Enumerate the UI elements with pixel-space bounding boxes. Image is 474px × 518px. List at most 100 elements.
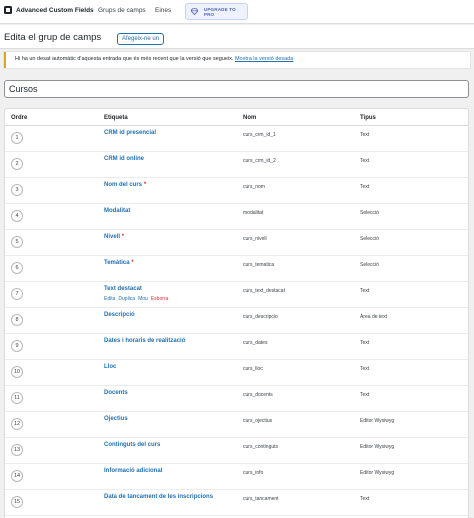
field-name: curs_continguts: [243, 444, 279, 450]
top-bar: Advanced Custom Fields Grups de camps Ei…: [0, 0, 474, 24]
field-label-link[interactable]: Temàtica *: [104, 260, 134, 266]
field-label-text: Lloc: [104, 364, 117, 370]
field-order-handle[interactable]: 5: [11, 236, 23, 248]
table-row[interactable]: 9 Dates i horaris de realització curs_date…: [5, 334, 468, 360]
field-label-link[interactable]: Dates i horaris de realització: [104, 338, 185, 344]
move-field-link[interactable]: Mou: [138, 296, 148, 302]
header-name: Nom: [243, 115, 257, 121]
field-label-link[interactable]: Descripció: [104, 312, 135, 318]
field-order-handle[interactable]: 11: [11, 392, 23, 404]
nav-field-groups[interactable]: Grups de camps: [98, 7, 146, 14]
field-name: curs_lloc: [243, 366, 263, 372]
field-label-text: Data de tancament de les inscripcions: [104, 494, 214, 500]
field-label-text: Ojectius: [104, 416, 128, 422]
field-group-title-input[interactable]: [4, 80, 469, 98]
field-label-text: CRM id online: [104, 156, 144, 162]
table-row[interactable]: 8 Descripció curs_descripcio Àrea de text: [5, 308, 468, 334]
field-label-link[interactable]: Modalitat: [104, 208, 130, 214]
table-row[interactable]: 13 Continguts del curs curs_continguts Edit…: [5, 438, 468, 464]
field-name: curs_crm_id_1: [243, 132, 276, 138]
field-name: curs_docents: [243, 392, 273, 398]
table-row[interactable]: 10 Lloc curs_lloc Text: [5, 360, 468, 386]
field-order-handle[interactable]: 13: [11, 444, 23, 456]
notice-content: Hi ha un desat automàtic d'aquesta entra…: [15, 56, 293, 62]
field-label-text: Dates i horaris de realització: [104, 338, 186, 344]
table-row[interactable]: 15 Data de tancament de les inscripcions c…: [5, 490, 468, 516]
nav-tools[interactable]: Eines: [155, 7, 171, 14]
brand[interactable]: Advanced Custom Fields: [4, 6, 94, 14]
field-order-handle[interactable]: 6: [11, 262, 23, 274]
field-label-link[interactable]: Lloc: [104, 364, 116, 370]
field-type: Àrea de text: [360, 314, 387, 320]
field-order-handle[interactable]: 15: [11, 496, 23, 508]
notice-text: Hi ha un desat automàtic d'aquesta entra…: [15, 56, 234, 62]
edit-field-link[interactable]: Edita: [104, 296, 115, 302]
autosave-notice: Hi ha un desat automàtic d'aquesta entra…: [4, 52, 470, 68]
table-row[interactable]: 11 Docents curs_docents Text: [5, 386, 468, 412]
field-order-handle[interactable]: 4: [11, 210, 23, 222]
field-type: Text: [360, 392, 370, 398]
field-label-text: Nom del curs: [104, 182, 143, 188]
table-row[interactable]: 7 Text destacat Edita Duplica Mou Esborra curs…: [5, 282, 468, 308]
field-order-handle[interactable]: 14: [11, 470, 23, 482]
page-header: Edita el grup de camps Afegeix-ne un: [0, 25, 474, 49]
field-order-handle[interactable]: 7: [11, 288, 23, 300]
field-label-text: Text destacat: [104, 286, 142, 292]
table-row[interactable]: 5 Nivell * curs_nivell Selecció: [5, 230, 468, 256]
required-marker: *: [131, 260, 134, 266]
page-title: Edita el grup de camps: [4, 32, 102, 43]
table-row[interactable]: 4 Modalitat modalitat Selecció: [5, 204, 468, 230]
field-label-text: Docents: [104, 390, 128, 396]
delete-field-link[interactable]: Esborra: [151, 296, 169, 302]
field-label-link[interactable]: Text destacat: [104, 286, 142, 292]
field-order-handle[interactable]: 1: [11, 132, 23, 144]
field-order-handle[interactable]: 3: [11, 184, 23, 196]
table-row[interactable]: 3 Nom del curs * curs_nom Text: [5, 178, 468, 204]
field-label-link[interactable]: Data de tancament de les inscripcions: [104, 494, 213, 500]
field-order-handle[interactable]: 9: [11, 340, 23, 352]
table-row[interactable]: 1 CRM id presencial curs_crm_id_1 Text: [5, 126, 468, 152]
field-type: Text: [360, 366, 370, 372]
field-order-handle[interactable]: 12: [11, 418, 23, 430]
field-name: curs_tematica: [243, 262, 275, 268]
table-header: Ordre Etiqueta Nom Tipus: [5, 109, 468, 126]
field-label-link[interactable]: Docents: [104, 390, 128, 396]
field-type: Text: [360, 288, 370, 294]
duplicate-field-link[interactable]: Duplica: [118, 296, 135, 302]
field-type: Selecció: [360, 262, 379, 268]
field-name: curs_ojectius: [243, 418, 273, 424]
field-label-link[interactable]: Ojectius: [104, 416, 128, 422]
upgrade-button[interactable]: UPGRADE TO PRO: [185, 3, 248, 20]
row-actions: Edita Duplica Mou Esborra: [104, 296, 168, 302]
field-label-text: Nivell: [104, 234, 121, 240]
field-name: curs_nom: [243, 184, 265, 190]
field-label-text: Informació adicional: [104, 468, 163, 474]
field-name: curs_crm_id_2: [243, 158, 276, 164]
field-name: curs_tancament: [243, 496, 279, 502]
table-row[interactable]: 14 Informació adicional curs_info Editor Wy…: [5, 464, 468, 490]
field-name: curs_info: [243, 470, 264, 476]
required-marker: *: [143, 182, 147, 188]
field-type: Text: [360, 184, 370, 190]
field-order-handle[interactable]: 8: [11, 314, 23, 326]
field-type: Text: [360, 496, 370, 502]
field-label-link[interactable]: CRM id online: [104, 156, 144, 162]
header-label: Etiqueta: [104, 115, 128, 121]
table-row[interactable]: 2 CRM id online curs_crm_id_2 Text: [5, 152, 468, 178]
field-label-text: Modalitat: [104, 208, 131, 214]
field-order-handle[interactable]: 2: [11, 158, 23, 170]
field-order-handle[interactable]: 10: [11, 366, 23, 378]
view-autosave-link[interactable]: Mostra la versió desada: [235, 56, 293, 62]
field-label-link[interactable]: CRM id presencial: [104, 130, 156, 136]
field-type: Editor Wysiwyg: [360, 418, 395, 424]
field-label-text: Temàtica: [104, 260, 130, 266]
field-label-link[interactable]: Nivell *: [104, 234, 124, 240]
table-row[interactable]: 12 Ojectius curs_ojectius Editor Wysiwyg: [5, 412, 468, 438]
add-new-button[interactable]: Afegeix-ne un: [117, 33, 165, 45]
diamond-icon: [191, 8, 198, 15]
table-row[interactable]: 6 Temàtica * curs_tematica Selecció: [5, 256, 468, 282]
field-label-link[interactable]: Informació adicional: [104, 468, 162, 474]
field-name: curs_text_destacat: [243, 288, 285, 294]
field-label-link[interactable]: Nom del curs *: [104, 182, 146, 188]
field-label-link[interactable]: Continguts del curs: [104, 442, 160, 448]
